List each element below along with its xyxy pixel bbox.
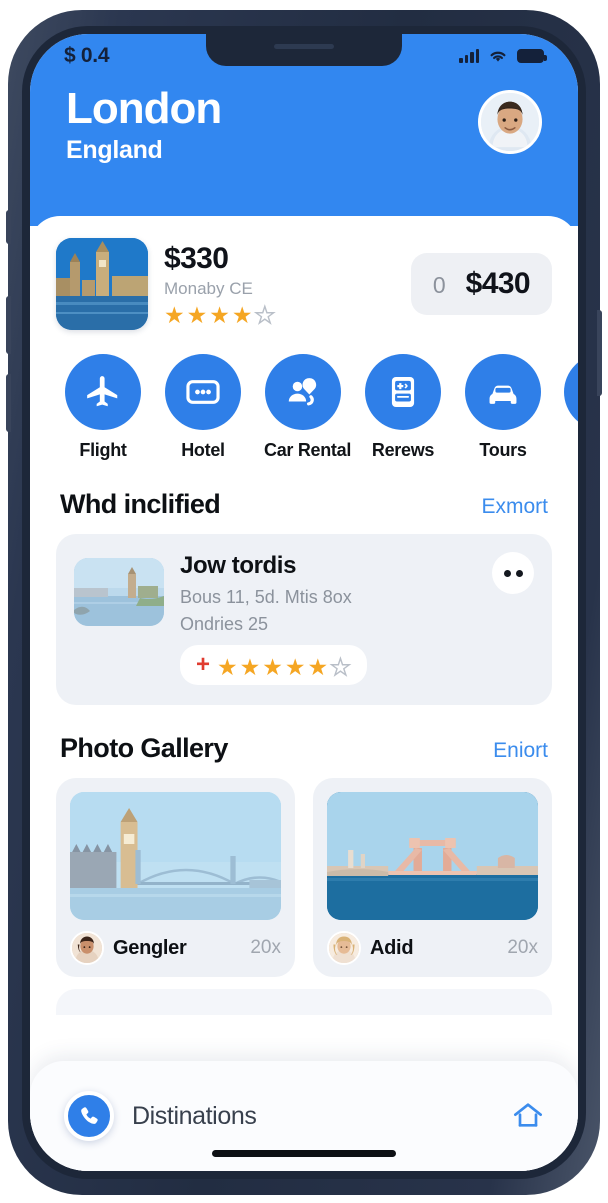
recommend-card-body: Jow tordis Bous 11, 5d. Mtis 8ox Ondries… (180, 552, 534, 685)
pink-bridge-photo (327, 792, 538, 920)
recommend-section-header: Whd inclified Exmort (30, 461, 578, 520)
recommend-rating-stars: ★ ★ ★ ★ ★ ★ (217, 654, 351, 680)
star-filled-icon: ★ (239, 654, 261, 680)
recommend-card-line2: Ondries 25 (180, 614, 269, 634)
gallery-card[interactable]: Gengler 20х (56, 778, 295, 977)
star-filled-icon: ★ (209, 301, 230, 328)
star-filled-icon: ★ (284, 654, 306, 680)
card-icon (165, 354, 241, 430)
recommend-section-link[interactable]: Exmort (481, 495, 548, 519)
category-rerews[interactable]: Rerews (364, 354, 442, 461)
gallery-card-name: Gengler (113, 936, 187, 959)
category-car-rental[interactable]: Car Rental (264, 354, 352, 461)
header-row: London England (30, 84, 578, 165)
notch (206, 34, 402, 66)
category-flight[interactable]: Flight (64, 354, 142, 461)
bottom-bar-label: Distinations (132, 1101, 257, 1130)
recommend-card-rating: + ★ ★ ★ ★ ★ ★ (180, 645, 367, 685)
phone-screen: $ 0.4 London England $330 Monaby CE ★ ★ … (30, 34, 578, 1171)
silent-switch[interactable] (6, 210, 11, 244)
pill-count: 0 (432, 272, 446, 298)
category-label: Hotel (181, 440, 225, 460)
partial-icon (564, 354, 578, 430)
price-rating-stars: ★ ★ ★ ★ ★ (164, 301, 395, 328)
recommend-card[interactable]: Jow tordis Bous 11, 5d. Mtis 8ox Ondries… (56, 534, 552, 705)
price-card[interactable]: $330 Monaby CE ★ ★ ★ ★ ★ 0 $430 (30, 216, 578, 330)
status-icons (459, 49, 547, 64)
star-filled-icon: ★ (262, 654, 283, 680)
home-indicator (212, 1150, 396, 1157)
gallery-card-footer: Gengler 20х (70, 931, 281, 965)
home-icon[interactable] (512, 1100, 544, 1132)
gallery-card-count: 20х (250, 937, 281, 958)
star-empty-icon: ★ (329, 654, 351, 680)
photo-gallery: Gengler 20х Adid 20х (30, 764, 578, 977)
speaker-grille (274, 44, 334, 49)
plus-icon: + (196, 651, 211, 678)
gallery-card-name: Adid (370, 936, 414, 959)
bridge-bigben-photo (70, 792, 281, 920)
star-filled-icon: ★ (217, 654, 238, 680)
wifi-icon (490, 51, 506, 62)
airplane-icon (65, 354, 141, 430)
price-info: $330 Monaby CE ★ ★ ★ ★ ★ (164, 242, 395, 327)
category-partial[interactable] (564, 354, 578, 430)
avatar[interactable] (478, 90, 542, 154)
star-filled-icon: ★ (186, 301, 208, 328)
document-icon (365, 354, 441, 430)
phone-frame: $ 0.4 London England $330 Monaby CE ★ ★ … (6, 10, 602, 1195)
section-title: Photo Gallery (60, 733, 228, 763)
phone-icon[interactable] (64, 1091, 114, 1141)
price-pill[interactable]: 0 $430 (410, 253, 552, 315)
page-title: London (66, 84, 222, 133)
volume-down-button[interactable] (6, 374, 11, 432)
category-label: Tours (479, 440, 527, 460)
category-tours[interactable]: Tours (464, 354, 542, 461)
price-amount: $330 (164, 241, 229, 275)
page-subtitle: England (66, 136, 163, 165)
gallery-card-footer: Adid 20х (327, 931, 538, 965)
volume-up-button[interactable] (6, 296, 11, 354)
gallery-section-link[interactable]: Eniort (493, 739, 548, 763)
recommend-card-title: Jow tordis (180, 552, 297, 579)
content-sheet: $330 Monaby CE ★ ★ ★ ★ ★ 0 $430 Flight H… (30, 216, 578, 1171)
category-label: Flight (79, 440, 127, 460)
car-icon (465, 354, 541, 430)
star-filled-icon: ★ (307, 654, 329, 680)
star-filled-icon: ★ (164, 301, 185, 328)
gallery-card[interactable]: Adid 20х (313, 778, 552, 977)
gallery-card-count: 20х (507, 937, 538, 958)
battery-icon (517, 49, 547, 63)
avatar (327, 931, 361, 965)
power-button[interactable] (597, 310, 602, 396)
category-label: Car Rental (264, 440, 352, 460)
big-ben-thumbnail (56, 238, 148, 330)
next-card-peek (56, 989, 552, 1015)
header-titles: London England (66, 84, 222, 165)
river-tower-thumbnail (74, 558, 164, 626)
more-options-icon[interactable] (492, 552, 534, 594)
category-label: Rerews (371, 440, 435, 460)
recommend-card-line1: Bous 11, 5d. Mtis 8ox (180, 587, 352, 607)
section-title: Whd inclified (60, 489, 221, 519)
status-time: $ 0.4 (64, 44, 110, 67)
category-list[interactable]: Flight Hotel Car Rental Rerews Tours (30, 330, 578, 461)
price-subtitle: Monaby CE (164, 278, 253, 298)
signal-bars-icon (459, 49, 479, 63)
star-empty-icon: ★ (254, 301, 276, 328)
pill-price: $430 (465, 267, 531, 300)
gallery-section-header: Photo Gallery Eniort (30, 705, 578, 764)
location-person-icon (265, 354, 341, 430)
category-hotel[interactable]: Hotel (164, 354, 242, 461)
avatar (70, 931, 104, 965)
star-filled-icon: ★ (231, 301, 253, 328)
